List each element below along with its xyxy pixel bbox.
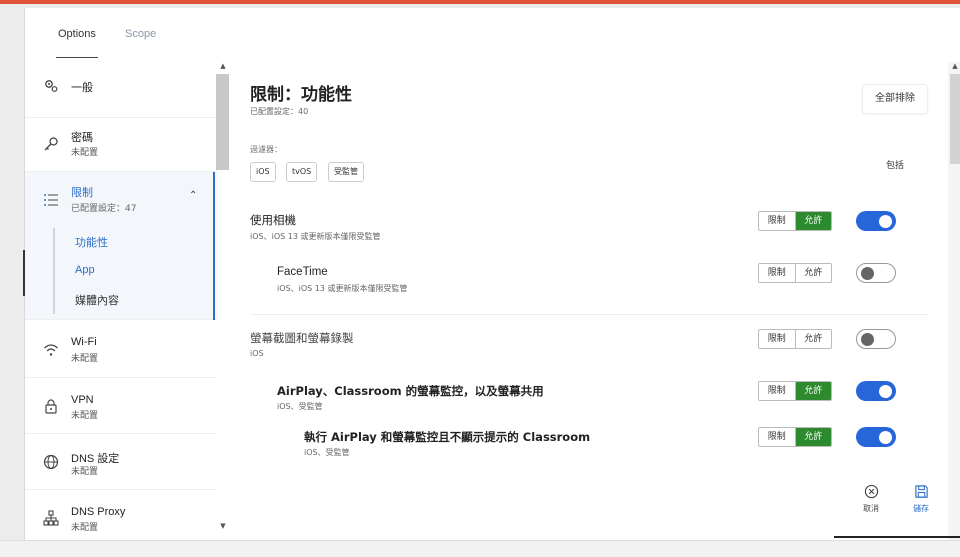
allow-option[interactable]: 允許 — [795, 382, 831, 400]
restrict-option[interactable]: 限制 — [759, 264, 796, 282]
restrict-option[interactable]: 限制 — [759, 330, 796, 348]
clear-all-button[interactable]: 全部排除 — [862, 84, 928, 114]
include-column-header: 包括 — [886, 161, 905, 171]
sidebar-item-status: 未配置 — [71, 354, 99, 364]
filter-label: 過濾器： — [250, 145, 282, 154]
network-icon — [43, 510, 59, 526]
restrict-option[interactable]: 限制 — [759, 428, 796, 446]
restrict-option[interactable]: 限制 — [759, 382, 796, 400]
active-item-indicator — [213, 172, 215, 320]
allow-option[interactable]: 允許 — [796, 330, 832, 348]
toggle-knob — [879, 384, 892, 398]
key-icon — [43, 136, 59, 152]
wifi-icon — [43, 342, 59, 358]
filter-chip-supervised[interactable]: 受監管 — [328, 162, 364, 182]
main-panel: 限制：功能性 已配置設定：40 全部排除 過濾器： iOS tvOS 受監管 包… — [230, 62, 942, 540]
chevron-up-icon[interactable]: ⌃ — [189, 190, 197, 201]
sidebar-item-label: DNS Proxy — [71, 506, 126, 518]
sidebar-item-restrictions[interactable]: 限制 已配置設定：47 ⌃ 功能性 App 媒體內容 — [25, 172, 217, 320]
setting-title: 螢幕截圖和螢幕錄製 — [250, 331, 354, 345]
sidebar-scroll-down-icon[interactable]: ▼ — [219, 522, 227, 530]
restrict-allow-segment[interactable]: 限制 允許 — [758, 263, 832, 283]
main-scroll-up-icon[interactable]: ▲ — [950, 62, 960, 70]
lock-icon — [43, 398, 59, 414]
restrict-allow-segment[interactable]: 限制 允許 — [758, 211, 832, 231]
footer-underline — [834, 536, 960, 538]
sidebar-item-label: 密碼 — [71, 132, 93, 144]
page-subtitle: 已配置設定：40 — [250, 107, 309, 116]
setting-platforms: iOS、受監管 — [304, 448, 350, 457]
restrict-allow-segment[interactable]: 限制 允許 — [758, 381, 832, 401]
restrictions-subnav: 功能性 App 媒體內容 — [53, 228, 217, 314]
toggle-knob — [879, 214, 892, 228]
sidebar-item-label: 限制 — [71, 187, 93, 199]
main-scrollbar-thumb[interactable] — [950, 74, 960, 164]
sidebar-item-general[interactable]: 一般 — [25, 62, 217, 118]
sidebar-item-status: 未配置 — [71, 411, 99, 421]
include-toggle[interactable] — [856, 329, 896, 349]
subnav-item-media[interactable]: 媒體內容 — [75, 292, 119, 308]
include-toggle[interactable] — [856, 427, 896, 447]
cancel-button[interactable]: 取消 — [856, 484, 886, 514]
sidebar-item-label: Wi-Fi — [71, 336, 97, 348]
setting-platforms: iOS、iOS 13 或更新版本僅限受監管 — [250, 232, 381, 241]
setting-title: AirPlay、Classroom 的螢幕監控，以及螢幕共用 — [277, 384, 544, 398]
toggle-knob — [861, 266, 874, 280]
sidebar-item-label: VPN — [71, 394, 94, 406]
gears-icon — [43, 78, 59, 94]
close-circle-icon — [856, 484, 886, 502]
sidebar-item-dns-settings[interactable]: DNS 設定 未配置 — [25, 434, 217, 490]
setting-platforms: iOS — [250, 349, 264, 358]
restrict-option[interactable]: 限制 — [759, 212, 796, 230]
allow-option[interactable]: 允許 — [795, 428, 831, 446]
filter-chip-ios[interactable]: iOS — [250, 162, 276, 182]
tab-bar: Options Scope — [24, 8, 214, 62]
setting-title: 執行 AirPlay 和螢幕監控且不顯示提示的 Classroom — [304, 430, 591, 444]
filter-chip-tvos[interactable]: tvOS — [286, 162, 318, 182]
sidebar-item-passcode[interactable]: 密碼 未配置 — [25, 118, 217, 172]
sidebar: 一般 密碼 未配置 限制 已配置設定：47 ⌃ 功能性 App 媒體內容 Wi-… — [25, 62, 217, 540]
restrict-allow-segment[interactable]: 限制 允許 — [758, 427, 832, 447]
setting-platforms: iOS、受監管 — [277, 402, 323, 411]
restrict-allow-segment[interactable]: 限制 允許 — [758, 329, 832, 349]
setting-title: FaceTime — [277, 266, 328, 278]
sidebar-item-status: 未配置 — [71, 467, 99, 477]
sidebar-item-label: 一般 — [71, 82, 93, 94]
allow-option[interactable]: 允許 — [796, 264, 832, 282]
subnav-item-app[interactable]: App — [75, 264, 95, 276]
floppy-disk-icon — [906, 484, 936, 502]
include-toggle[interactable] — [856, 263, 896, 283]
sidebar-scroll-up-icon[interactable]: ▲ — [219, 62, 227, 70]
sidebar-item-wifi[interactable]: Wi-Fi 未配置 — [25, 320, 217, 378]
sidebar-item-status: 已配置設定：47 — [71, 204, 137, 214]
setting-title: 使用相機 — [250, 213, 296, 227]
include-toggle[interactable] — [856, 381, 896, 401]
window-top-bar — [0, 0, 960, 4]
list-icon — [43, 192, 59, 208]
save-button[interactable]: 儲存 — [906, 484, 936, 514]
tab-scope[interactable]: Scope — [125, 28, 156, 40]
sidebar-item-status: 未配置 — [71, 523, 99, 533]
page-title: 限制：功能性 — [250, 85, 352, 105]
subnav-item-functionality[interactable]: 功能性 — [75, 234, 108, 250]
include-toggle[interactable] — [856, 211, 896, 231]
bottom-bar — [0, 540, 960, 557]
toggle-knob — [879, 430, 892, 444]
allow-option[interactable]: 允許 — [795, 212, 831, 230]
sidebar-item-dns-proxy[interactable]: DNS Proxy 未配置 — [25, 490, 217, 540]
sidebar-item-status: 未配置 — [71, 148, 99, 158]
sidebar-scrollbar[interactable] — [216, 74, 229, 170]
globe-icon — [43, 454, 59, 470]
tab-active-indicator — [56, 57, 98, 58]
sidebar-item-vpn[interactable]: VPN 未配置 — [25, 378, 217, 434]
save-label: 儲存 — [913, 504, 929, 513]
row-divider — [250, 314, 928, 315]
tab-options[interactable]: Options — [58, 28, 96, 40]
cancel-label: 取消 — [863, 504, 879, 513]
toggle-knob — [861, 332, 874, 346]
setting-platforms: iOS、iOS 13 或更新版本僅限受監管 — [277, 284, 408, 293]
